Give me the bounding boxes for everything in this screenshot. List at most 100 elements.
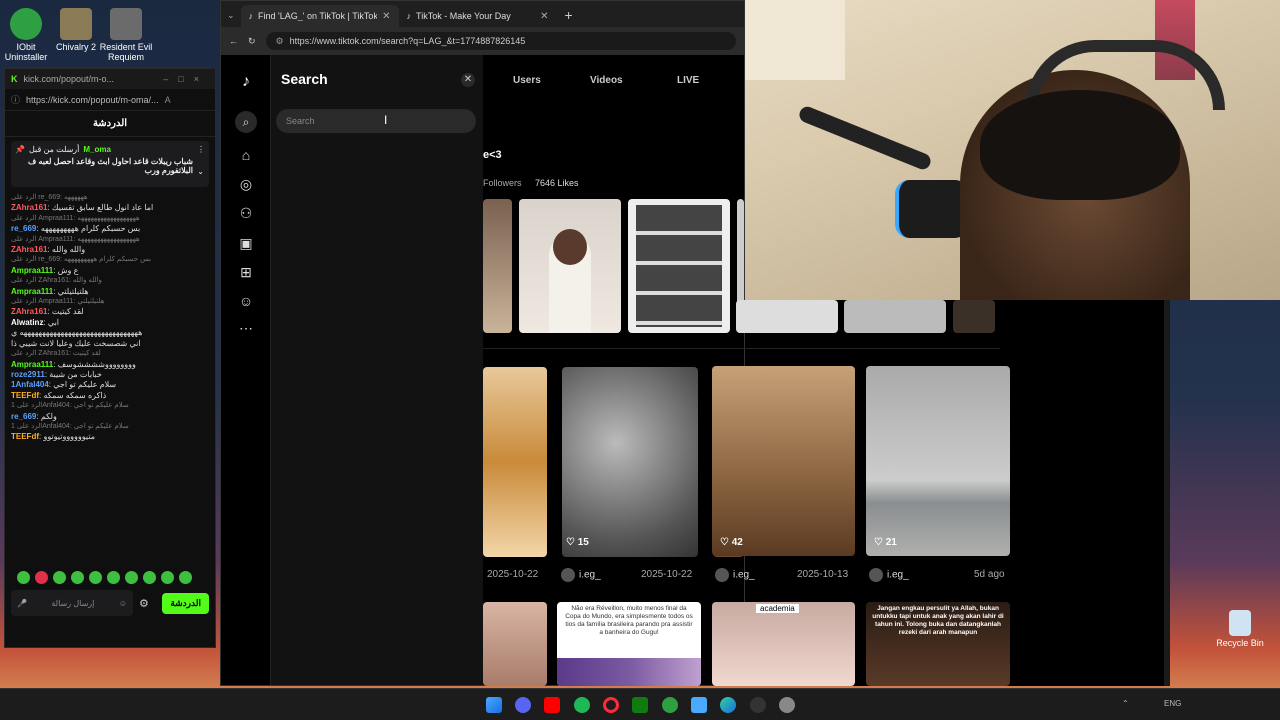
tab-tiktok-search[interactable]: ♪ Find 'LAG_' on TikTok | TikTok Sear ✕ bbox=[240, 5, 399, 27]
close-tab-icon[interactable]: ✕ bbox=[382, 11, 390, 22]
chat-send-button[interactable]: الدردشة bbox=[162, 592, 209, 614]
profile-thumb[interactable] bbox=[483, 199, 512, 333]
emote-icon[interactable] bbox=[53, 571, 66, 584]
start-icon[interactable] bbox=[486, 697, 502, 713]
chat-username[interactable]: Ampraa111 bbox=[11, 266, 53, 275]
chat-username[interactable]: re_669 bbox=[11, 224, 36, 233]
chat-username[interactable]: Alwatinz bbox=[11, 318, 43, 327]
search-input[interactable]: Search bbox=[276, 109, 476, 133]
opera-icon[interactable] bbox=[603, 697, 619, 713]
profile-thumb[interactable] bbox=[844, 300, 946, 333]
emote-icon[interactable] bbox=[161, 571, 174, 584]
tab-list-icon[interactable]: ⌄ bbox=[221, 10, 241, 27]
chat-text: ووووووووششششوسف bbox=[57, 359, 136, 369]
chat-username[interactable]: Ampraa111 bbox=[11, 360, 53, 369]
profile-thumb[interactable] bbox=[736, 300, 838, 333]
chat-username[interactable]: TEEFdf bbox=[11, 391, 39, 400]
pinned-message: 📌 أرسلت من قبل M_oma ⋮ شباب ريبلات قاعد … bbox=[11, 141, 209, 187]
chat-username[interactable]: ZAhra161 bbox=[11, 245, 47, 254]
chat-username[interactable]: ZAhra161 bbox=[11, 203, 47, 212]
language-indicator[interactable]: ENG bbox=[1164, 699, 1181, 708]
live-icon[interactable]: ▣ bbox=[237, 234, 255, 252]
emote-icon[interactable] bbox=[179, 571, 192, 584]
tab-live[interactable]: LIVE bbox=[677, 75, 699, 86]
profile-thumb[interactable] bbox=[953, 300, 995, 333]
emoji-icon[interactable]: ☺ bbox=[119, 599, 127, 608]
close-icon[interactable]: ✕ bbox=[461, 73, 475, 87]
chat-message: 1Anfal404: سلام عليكم تو اجي bbox=[11, 380, 117, 390]
desktop-icon-resident-evil[interactable]: Resident Evil Requiem bbox=[94, 2, 158, 62]
discord-icon[interactable] bbox=[515, 697, 531, 713]
video-thumb[interactable] bbox=[483, 367, 547, 557]
chat-username[interactable]: Ampraa111 bbox=[11, 287, 53, 296]
url-field[interactable]: ⚙ https://www.tiktok.com/search?q=LAG_&t… bbox=[265, 32, 736, 50]
profile-icon[interactable]: ☺ bbox=[237, 292, 255, 310]
home-icon[interactable]: ⌂ bbox=[237, 146, 255, 164]
tiktok-nav-rail: ♪ ⌕ ⌂ ◎ ⚇ ▣ ⊞ ☺ ⋯ bbox=[221, 55, 271, 685]
chat-username[interactable]: TEEFdf bbox=[11, 432, 39, 441]
video-author[interactable]: i.eg_ bbox=[715, 568, 755, 582]
chat-username[interactable]: 1Anfal404 bbox=[11, 380, 49, 389]
emote-icon[interactable] bbox=[35, 571, 48, 584]
site-info-icon[interactable]: ⚙ bbox=[276, 36, 284, 47]
scrollbar[interactable] bbox=[1164, 300, 1170, 686]
chat-reply-context: الرد على re_669: ههههههه bbox=[11, 194, 88, 201]
video-author[interactable]: i.eg_ bbox=[869, 568, 909, 582]
tab-tiktok-home[interactable]: ♪ TikTok - Make Your Day ✕ bbox=[399, 5, 557, 27]
iobit-taskbar-icon[interactable] bbox=[662, 697, 678, 713]
video-thumb[interactable]: academia bbox=[712, 602, 855, 686]
reload-icon[interactable]: ↻ bbox=[248, 36, 256, 47]
files-icon[interactable] bbox=[691, 697, 707, 713]
new-tab-button[interactable]: + bbox=[557, 7, 581, 27]
video-thumb[interactable] bbox=[712, 366, 855, 556]
edge-icon[interactable] bbox=[720, 697, 736, 713]
emote-icon[interactable] bbox=[71, 571, 84, 584]
kick-url[interactable]: https://kick.com/popout/m-oma/... bbox=[26, 95, 159, 105]
video-thumb[interactable] bbox=[562, 367, 698, 557]
gear-icon[interactable]: ⚙ bbox=[139, 597, 149, 610]
tab-users[interactable]: Users bbox=[513, 75, 541, 86]
video-thumb[interactable] bbox=[866, 366, 1010, 556]
chat-username[interactable]: ZAhra161 bbox=[11, 307, 47, 316]
chat-reply-context: الرد على Ampraa111: ههههههههههههههههههه bbox=[11, 235, 140, 243]
following-icon[interactable]: ⚇ bbox=[237, 204, 255, 222]
video-thumb[interactable]: Jangan engkau persulit ya Allah, bukan u… bbox=[866, 602, 1010, 686]
chevron-down-icon[interactable]: ⌄ bbox=[197, 167, 204, 176]
profile-thumb[interactable] bbox=[628, 199, 730, 333]
back-icon[interactable]: ← bbox=[229, 36, 238, 46]
upload-icon[interactable]: ⊞ bbox=[237, 263, 255, 281]
youtube-icon[interactable] bbox=[544, 697, 560, 713]
video-thumb[interactable] bbox=[483, 602, 547, 686]
tray-chevron-icon[interactable]: ⌃ bbox=[1122, 699, 1129, 708]
close-tab-icon[interactable]: ✕ bbox=[540, 11, 548, 22]
tiktok-logo-icon[interactable]: ♪ bbox=[237, 73, 255, 91]
chat-message: Ampraa111: هلتيلتيلتي bbox=[11, 286, 89, 296]
more-icon[interactable]: ⋮ bbox=[197, 145, 205, 154]
desktop-icon-recycle-bin[interactable]: Recycle Bin bbox=[1208, 604, 1272, 648]
steam-icon[interactable] bbox=[750, 697, 766, 713]
window-controls[interactable]: –□× bbox=[163, 74, 209, 84]
search-icon[interactable]: ⌕ bbox=[235, 111, 257, 133]
info-icon[interactable]: ⓘ bbox=[11, 93, 20, 106]
emote-icon[interactable] bbox=[125, 571, 138, 584]
emote-icon[interactable] bbox=[107, 571, 120, 584]
xbox-icon[interactable] bbox=[632, 697, 648, 713]
tab-videos[interactable]: Videos bbox=[590, 75, 623, 86]
chat-reply-context: الرد على Ampraa111: ههههههههههههههههههه bbox=[11, 214, 140, 222]
heart-icon: ♡ bbox=[566, 537, 578, 548]
video-author[interactable]: i.eg_ bbox=[561, 568, 601, 582]
mic-icon[interactable]: 🎤 bbox=[17, 599, 27, 608]
profile-thumb[interactable] bbox=[519, 199, 621, 333]
spotify-icon[interactable] bbox=[574, 697, 590, 713]
translate-icon[interactable]: A bbox=[165, 95, 171, 105]
emote-icon[interactable] bbox=[17, 571, 30, 584]
chat-username[interactable]: roze2911 bbox=[11, 370, 45, 379]
emote-icon[interactable] bbox=[89, 571, 102, 584]
chat-username[interactable]: re_669 bbox=[11, 412, 36, 421]
more-icon[interactable]: ⋯ bbox=[237, 319, 255, 337]
chat-input[interactable]: 🎤 إرسال رسالة ☺ bbox=[11, 590, 133, 616]
video-thumb[interactable]: Não era Réveillon, muito menos final da … bbox=[557, 602, 701, 686]
settings-icon[interactable] bbox=[779, 697, 795, 713]
emote-icon[interactable] bbox=[143, 571, 156, 584]
explore-icon[interactable]: ◎ bbox=[237, 175, 255, 193]
